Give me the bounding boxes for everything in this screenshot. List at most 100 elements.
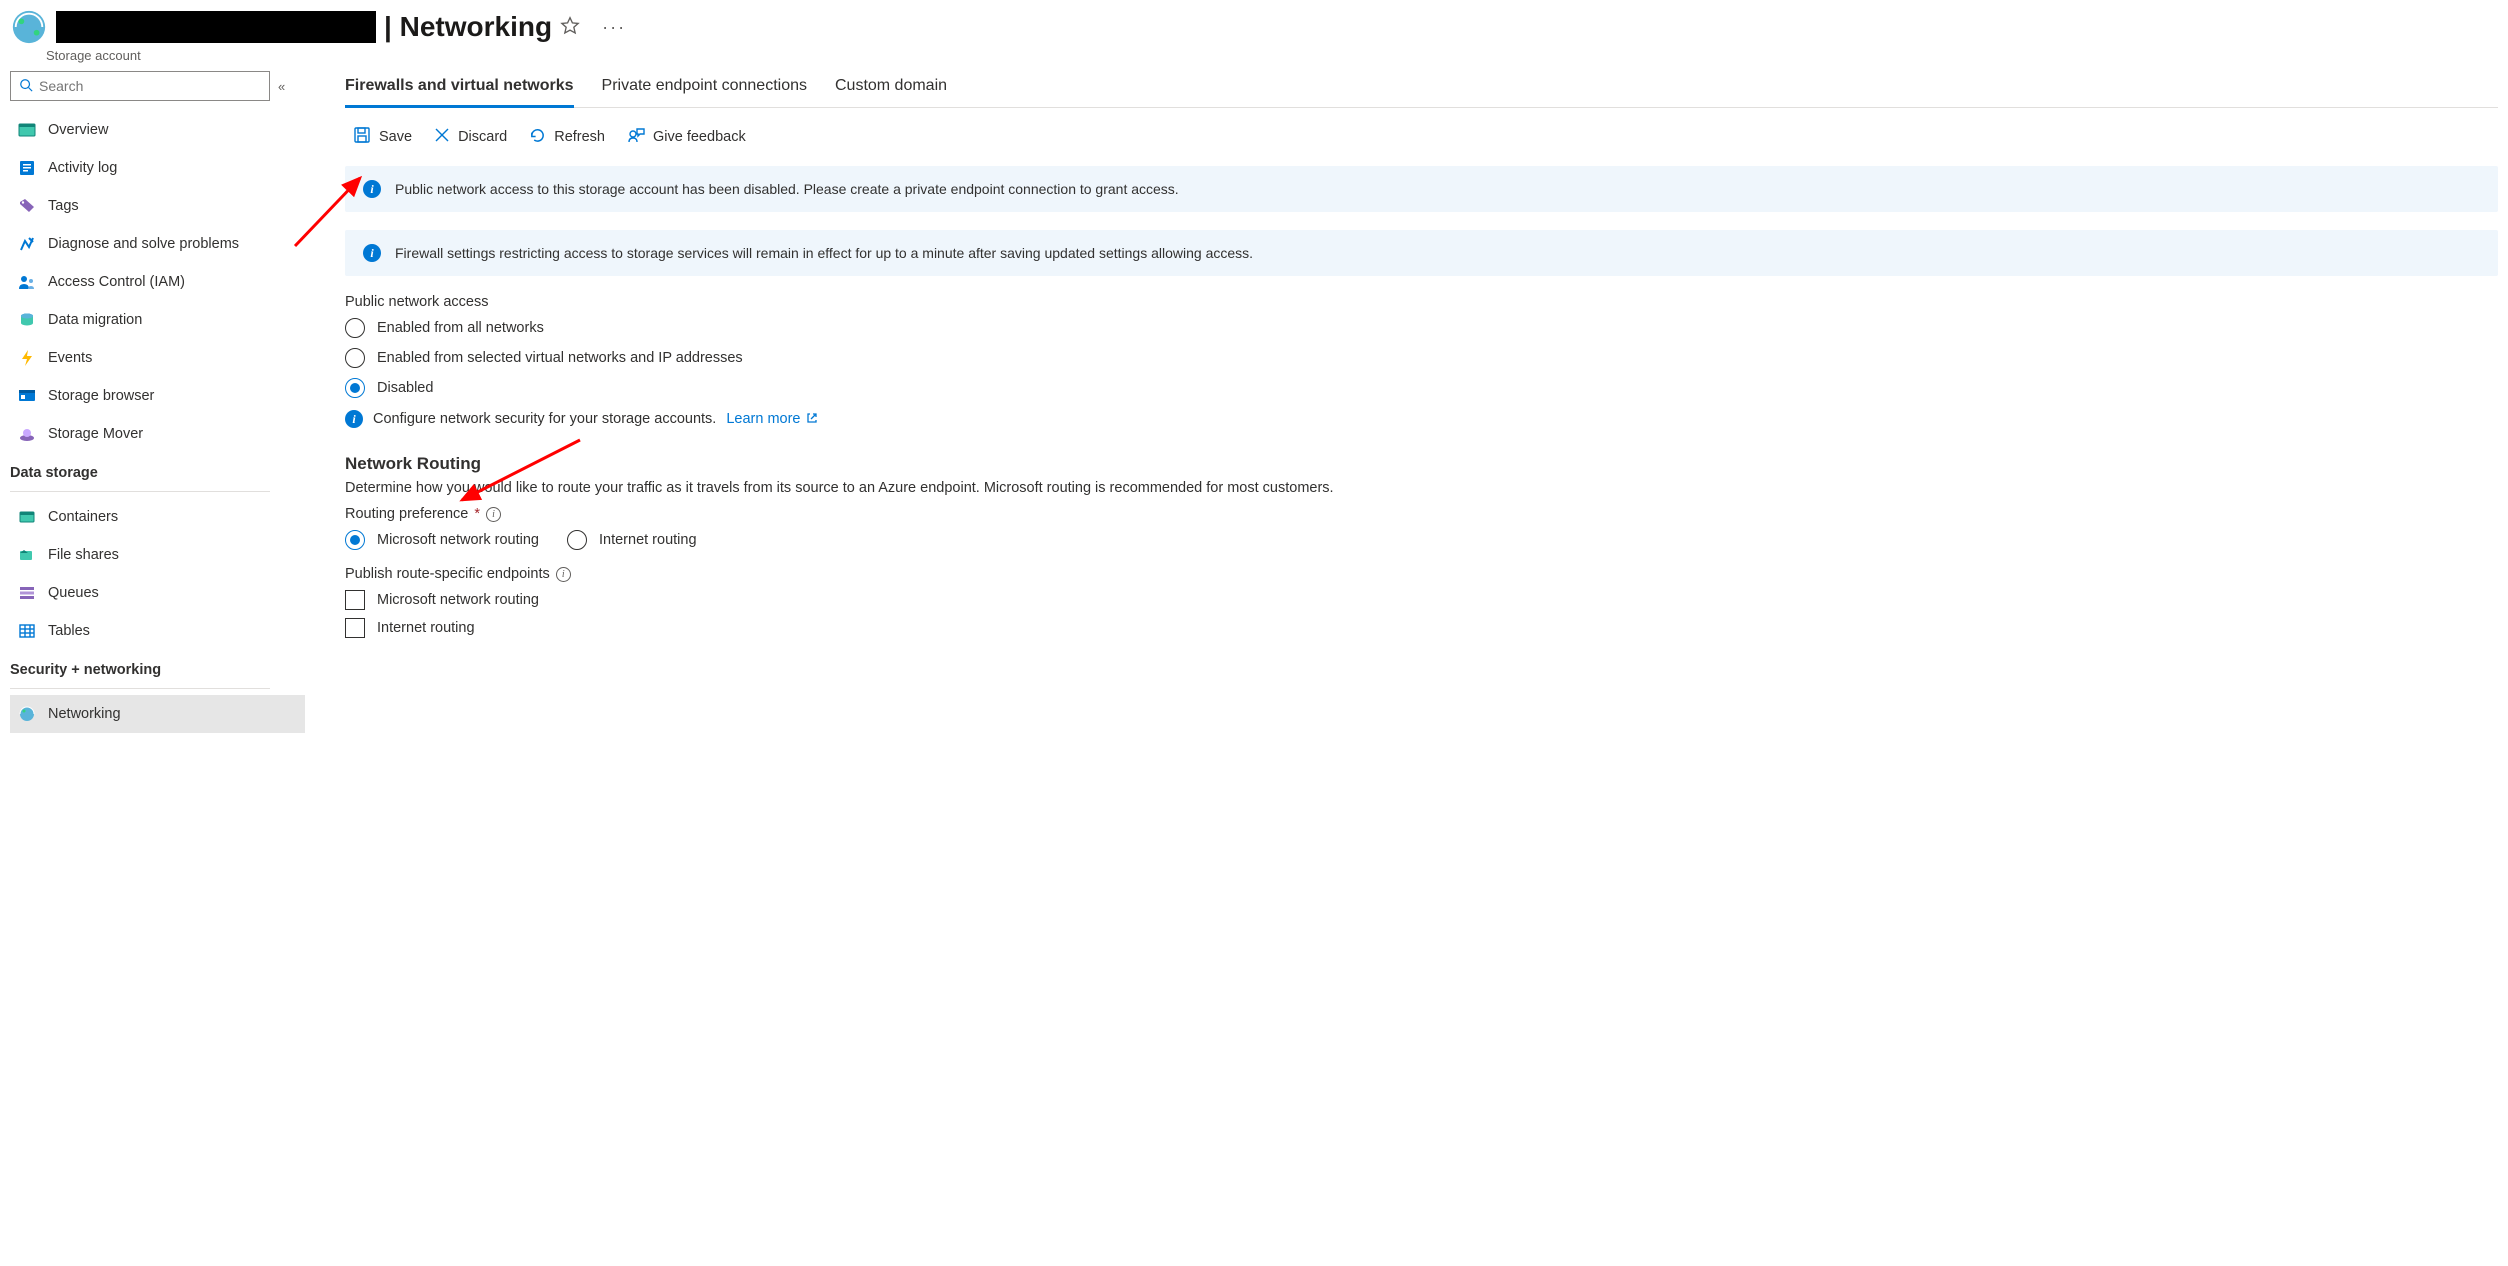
sidebar-nav: « Overview Activity log Tags Diagnose an… (0, 63, 305, 733)
public-access-label: Public network access (345, 294, 2498, 310)
sidebar-item-label: File shares (48, 547, 119, 563)
sidebar-item-storage-mover[interactable]: Storage Mover (10, 415, 305, 453)
sidebar-item-file-shares[interactable]: File shares (10, 536, 305, 574)
sidebar-item-containers[interactable]: Containers (10, 498, 305, 536)
sidebar-item-label: Overview (48, 122, 108, 138)
info-icon: i (363, 244, 381, 262)
configure-security-help: i Configure network security for your st… (345, 410, 2498, 428)
public-access-radio-group: Enabled from all networks Enabled from s… (345, 318, 2498, 398)
routing-heading: Network Routing (345, 454, 2498, 474)
info-banner-firewall-delay: i Firewall settings restricting access t… (345, 230, 2498, 276)
data-migration-icon (18, 311, 36, 329)
refresh-icon (529, 127, 546, 148)
tab-private-endpoints[interactable]: Private endpoint connections (602, 69, 807, 107)
collapse-sidebar-icon[interactable]: « (278, 79, 282, 94)
required-asterisk: * (474, 506, 480, 522)
tab-custom-domain[interactable]: Custom domain (835, 69, 947, 107)
tab-firewalls[interactable]: Firewalls and virtual networks (345, 69, 574, 107)
radio-input[interactable] (345, 378, 365, 398)
sidebar-item-label: Storage Mover (48, 426, 143, 442)
radio-disabled[interactable]: Disabled (345, 378, 2498, 398)
info-banner-disabled-access: i Public network access to this storage … (345, 166, 2498, 212)
checkbox-microsoft-routing[interactable]: Microsoft network routing (345, 590, 2498, 610)
containers-icon (18, 508, 36, 526)
publish-endpoints-checkbox-group: Microsoft network routing Internet routi… (345, 590, 2498, 638)
info-icon: i (345, 410, 363, 428)
file-shares-icon (18, 546, 36, 564)
radio-input[interactable] (567, 530, 587, 550)
checkbox-input[interactable] (345, 618, 365, 638)
tabs-bar: Firewalls and virtual networks Private e… (345, 69, 2498, 108)
diagnose-icon (18, 235, 36, 253)
sidebar-item-events[interactable]: Events (10, 339, 305, 377)
radio-enabled-selected[interactable]: Enabled from selected virtual networks a… (345, 348, 2498, 368)
sidebar-section-security: Security + networking (10, 650, 305, 684)
learn-more-link[interactable]: Learn more (726, 411, 818, 427)
sidebar-item-label: Networking (48, 706, 121, 722)
sidebar-item-label: Tags (48, 198, 79, 214)
more-menu-icon[interactable]: ··· (602, 17, 626, 38)
sidebar-item-label: Data migration (48, 312, 142, 328)
sidebar-section-data-storage: Data storage (10, 453, 305, 487)
storage-mover-icon (18, 425, 36, 443)
sidebar-item-tables[interactable]: Tables (10, 612, 305, 650)
routing-pref-radio-group: Microsoft network routing Internet routi… (345, 530, 2498, 550)
page-title: | Networking (384, 11, 552, 43)
info-tooltip-icon[interactable]: i (486, 507, 501, 522)
radio-input[interactable] (345, 530, 365, 550)
storage-browser-icon (18, 387, 36, 405)
routing-description: Determine how you would like to route yo… (345, 480, 2498, 496)
publish-endpoints-label-row: Publish route-specific endpoints i (345, 566, 2498, 582)
feedback-button[interactable]: Give feedback (627, 126, 746, 148)
overview-icon (18, 121, 36, 139)
sidebar-item-label: Diagnose and solve problems (48, 236, 239, 252)
sidebar-item-label: Events (48, 350, 92, 366)
save-button[interactable]: Save (353, 126, 412, 148)
radio-input[interactable] (345, 318, 365, 338)
info-tooltip-icon[interactable]: i (556, 567, 571, 582)
activity-log-icon (18, 159, 36, 177)
sidebar-item-overview[interactable]: Overview (10, 111, 305, 149)
checkbox-input[interactable] (345, 590, 365, 610)
sidebar-item-data-migration[interactable]: Data migration (10, 301, 305, 339)
events-icon (18, 349, 36, 367)
sidebar-item-storage-browser[interactable]: Storage browser (10, 377, 305, 415)
refresh-button[interactable]: Refresh (529, 127, 605, 148)
feedback-icon (627, 126, 645, 148)
sidebar-item-label: Containers (48, 509, 118, 525)
discard-icon (434, 127, 450, 147)
checkbox-internet-routing[interactable]: Internet routing (345, 618, 2498, 638)
sidebar-item-access-control[interactable]: Access Control (IAM) (10, 263, 305, 301)
sidebar-item-diagnose[interactable]: Diagnose and solve problems (10, 225, 305, 263)
favorite-star-icon[interactable] (560, 16, 580, 39)
resource-name-redacted (56, 11, 376, 43)
discard-button[interactable]: Discard (434, 127, 507, 147)
radio-microsoft-routing[interactable]: Microsoft network routing (345, 530, 539, 550)
main-content: Firewalls and virtual networks Private e… (305, 63, 2508, 733)
sidebar-item-label: Queues (48, 585, 99, 601)
radio-internet-routing[interactable]: Internet routing (567, 530, 697, 550)
tables-icon (18, 622, 36, 640)
sidebar-item-label: Storage browser (48, 388, 154, 404)
search-input[interactable] (39, 78, 261, 94)
tags-icon (18, 197, 36, 215)
divider (10, 688, 270, 689)
radio-enabled-all[interactable]: Enabled from all networks (345, 318, 2498, 338)
sidebar-item-activity-log[interactable]: Activity log (10, 149, 305, 187)
queues-icon (18, 584, 36, 602)
search-icon (19, 78, 33, 95)
storage-account-icon (10, 8, 48, 46)
sidebar-item-networking[interactable]: Networking (10, 695, 305, 733)
external-link-icon (806, 412, 818, 427)
sidebar-item-label: Access Control (IAM) (48, 274, 185, 290)
sidebar-search[interactable] (10, 71, 270, 101)
page-header: | Networking ··· (0, 0, 2508, 50)
save-icon (353, 126, 371, 148)
sidebar-item-queues[interactable]: Queues (10, 574, 305, 612)
access-control-icon (18, 273, 36, 291)
radio-input[interactable] (345, 348, 365, 368)
header-subtitle: Storage account (46, 48, 2508, 63)
sidebar-item-tags[interactable]: Tags (10, 187, 305, 225)
info-icon: i (363, 180, 381, 198)
routing-pref-label-row: Routing preference * i (345, 506, 2498, 522)
